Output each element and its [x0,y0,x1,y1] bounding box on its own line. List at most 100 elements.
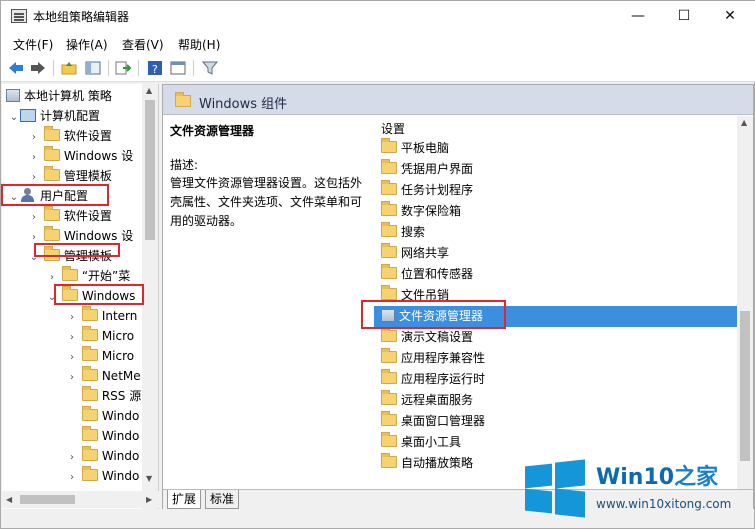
tree-horizontal-scrollbar[interactable]: ◀ ▶ [2,491,159,508]
policy-folder-icon [381,309,395,322]
folder-icon [381,285,397,300]
tree-item-windows-child[interactable]: › NetMe [66,366,141,386]
list-item[interactable]: 凭据用户界面 [381,159,737,180]
up-folder-icon[interactable] [60,59,78,77]
folder-icon [381,327,397,342]
tree-item-windows-child[interactable]: › Windo [66,446,139,466]
chevron-right-icon[interactable]: › [66,448,78,468]
list-item[interactable]: 演示文稿设置 [381,327,737,348]
folder-icon [43,146,60,161]
tree-item-computer-software[interactable]: › 软件设置 [28,126,112,146]
tree-scroll-thumb[interactable] [145,100,155,240]
folder-icon [381,201,397,216]
chevron-right-icon[interactable]: › [66,368,78,388]
folder-icon [381,348,397,363]
filter-icon[interactable] [201,59,219,77]
list-item[interactable]: 平板电脑 [381,138,737,159]
tree-hscroll-thumb[interactable] [20,495,75,504]
close-button[interactable]: ✕ [707,1,753,32]
chevron-right-icon[interactable]: › [66,328,78,348]
chevron-down-icon[interactable]: ⌄ [46,288,58,308]
tree-item-user-windows[interactable]: › Windows 设 [28,226,133,246]
help-icon[interactable]: ? [146,59,164,77]
chevron-right-icon[interactable]: › [66,308,78,328]
scroll-left-icon[interactable]: ◀ [6,495,12,504]
tree-item-windows-child[interactable]: › Intern [66,306,137,326]
menu-file[interactable]: 文件(F) [13,36,53,53]
menu-action[interactable]: 操作(A) [66,36,108,53]
tree-item-user-admin[interactable]: ⌄ 管理模板 [28,246,112,266]
list-item[interactable]: 网络共享 [381,243,737,264]
gpedit-window: 本地组策略编辑器 — ☐ ✕ 文件(F) 操作(A) 查看(V) 帮助(H) ? [0,0,755,529]
folder-icon [81,426,98,441]
column-header-setting[interactable]: 设置 [381,120,405,137]
menu-view[interactable]: 查看(V) [122,36,164,53]
tree-item-windows-child[interactable]: RSS 源 [66,386,141,406]
show-hide-tree-icon[interactable] [84,59,102,77]
folder-icon [81,406,98,421]
folder-icon [381,138,397,153]
properties-icon[interactable] [169,59,187,77]
tree-vertical-scrollbar[interactable]: ▲ ▼ [142,84,158,509]
tree-item-computer-config[interactable]: ⌄ 计算机配置 [8,106,100,126]
user-icon [20,188,36,202]
tree-item-windows-child[interactable]: Windo [66,406,139,426]
window-title: 本地组策略编辑器 [33,10,130,24]
chevron-right-icon[interactable]: › [28,228,40,248]
chevron-right-icon[interactable]: › [66,468,78,488]
chevron-right-icon[interactable]: › [46,268,58,288]
tree-item-user-software[interactable]: › 软件设置 [28,206,112,226]
list-item[interactable]: 位置和传感器 [381,264,737,285]
tab-standard[interactable]: 标准 [205,490,240,509]
tree-item-user-config[interactable]: ⌄ 用户配置 [8,186,88,206]
chevron-down-icon[interactable]: ⌄ [28,248,40,268]
tree-item-windows-child[interactable]: › Micro [66,346,134,366]
policy-icon [6,89,20,102]
list-item[interactable]: 数字保险箱 [381,201,737,222]
description-heading: 文件资源管理器 [170,124,255,138]
list-item[interactable]: 任务计划程序 [381,180,737,201]
list-item[interactable]: 桌面窗口管理器 [381,411,737,432]
folder-icon [81,466,98,481]
list-item[interactable]: 文件吊销 [381,285,737,306]
chevron-right-icon[interactable]: › [28,168,40,188]
tree-item-computer-admin[interactable]: › 管理模板 [28,166,112,186]
details-header: Windows 组件 [163,85,753,115]
tree-item-windows-child[interactable]: Windo [66,426,139,446]
folder-icon [43,126,60,141]
list-scroll-thumb[interactable] [740,311,750,461]
list-item[interactable]: 搜索 [381,222,737,243]
folder-icon [381,159,397,174]
chevron-down-icon[interactable]: ⌄ [8,108,20,128]
list-vertical-scrollbar[interactable]: ▲ [737,116,753,491]
tab-extended[interactable]: 扩展 [167,490,202,509]
folder-icon [81,446,98,461]
list-item[interactable]: 应用程序兼容性 [381,348,737,369]
list-item[interactable]: 远程桌面服务 [381,390,737,411]
chevron-down-icon[interactable]: ⌄ [8,188,20,208]
chevron-right-icon[interactable]: › [66,348,78,368]
chevron-right-icon[interactable]: › [28,208,40,228]
chevron-right-icon[interactable]: › [28,128,40,148]
back-arrow-icon[interactable] [7,59,25,77]
chevron-right-icon[interactable]: › [28,148,40,168]
tree-item-computer-windows[interactable]: › Windows 设 [28,146,133,166]
export-list-icon[interactable] [114,59,132,77]
folder-icon [381,243,397,258]
tree-item-root[interactable]: 本地计算机 策略 [6,86,112,106]
tree-item-windows-components[interactable]: ⌄ Windows [46,286,135,306]
forward-arrow-icon[interactable] [29,59,47,77]
tree-item-windows-child[interactable]: › Windo [66,466,139,486]
list-item-selected[interactable]: 文件资源管理器 [374,306,746,327]
maximize-button[interactable]: ☐ [661,1,707,32]
scroll-up-icon[interactable]: ▲ [741,118,747,127]
list-item[interactable]: 桌面小工具 [381,432,737,453]
scroll-up-icon[interactable]: ▲ [146,86,152,95]
scroll-down-icon[interactable]: ▼ [146,474,152,483]
list-item[interactable]: 应用程序运行时 [381,369,737,390]
scroll-right-icon[interactable]: ▶ [146,495,152,504]
tree-item-start-menu[interactable]: › “开始”菜 [46,266,130,286]
tree-item-windows-child[interactable]: › Micro [66,326,134,346]
minimize-button[interactable]: — [615,1,661,32]
menu-help[interactable]: 帮助(H) [178,36,220,53]
